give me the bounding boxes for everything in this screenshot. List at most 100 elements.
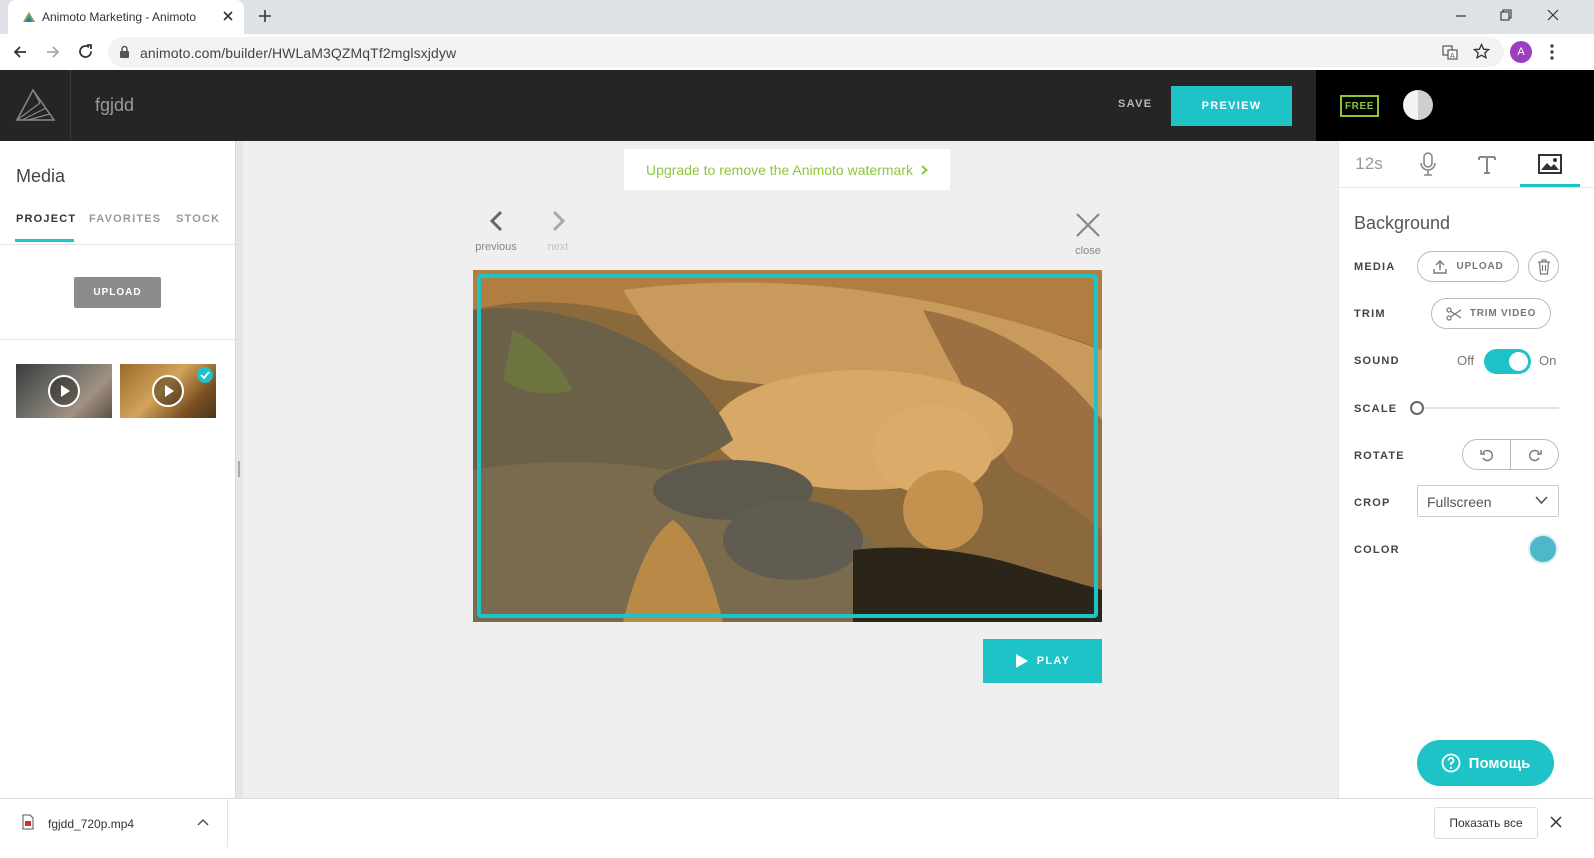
- back-arrow-icon[interactable]: [12, 44, 28, 60]
- scale-slider-handle[interactable]: [1410, 401, 1424, 415]
- video-file-icon: [22, 814, 34, 830]
- close-icon: [1076, 213, 1100, 237]
- upload-icon: [1433, 259, 1448, 274]
- rotate-label: ROTATE: [1354, 450, 1405, 462]
- delete-media-button[interactable]: [1528, 251, 1559, 282]
- crop-label: CROP: [1354, 497, 1391, 509]
- properties-tabs: 12s: [1339, 141, 1594, 188]
- rotate-right-icon: [1528, 449, 1542, 461]
- panel-title: Media: [16, 166, 66, 186]
- close-button[interactable]: close: [1071, 213, 1105, 257]
- color-picker[interactable]: [1528, 534, 1558, 564]
- url-text[interactable]: animoto.com/builder/HWLaM3QZMqTf2mglsxjd…: [140, 45, 456, 61]
- restore-window-icon[interactable]: [1499, 8, 1513, 22]
- rotate-right-button[interactable]: [1511, 440, 1558, 469]
- previous-label: previous: [475, 241, 517, 253]
- lock-icon: [119, 45, 130, 58]
- omnibox[interactable]: animoto.com/builder/HWLaM3QZMqTf2mglsxjd…: [108, 37, 1504, 67]
- rotate-left-icon: [1479, 449, 1493, 461]
- browser-address-bar: animoto.com/builder/HWLaM3QZMqTf2mglsxjd…: [0, 34, 1594, 70]
- chevron-up-icon[interactable]: [197, 818, 209, 826]
- trim-video-label: TRIM VIDEO: [1469, 308, 1537, 319]
- help-button[interactable]: Помощь: [1417, 740, 1554, 786]
- upload-label: UPLOAD: [1456, 261, 1504, 272]
- trim-label: TRIM: [1354, 308, 1386, 320]
- app-header: fgjdd SAVE PREVIEW FREE: [0, 70, 1594, 141]
- profile-avatar[interactable]: A: [1510, 41, 1532, 63]
- tab-duration[interactable]: 12s: [1339, 141, 1399, 187]
- sound-toggle[interactable]: [1484, 349, 1531, 374]
- download-filename: fgjdd_720p.mp4: [48, 817, 135, 831]
- crop-value: Fullscreen: [1427, 494, 1492, 510]
- tab-background[interactable]: [1520, 141, 1580, 187]
- media-panel: Media PROJECT FAVORITES STOCK UPLOAD: [0, 141, 235, 798]
- play-icon: [152, 375, 184, 407]
- section-title: Background: [1354, 213, 1451, 233]
- close-downloads-icon[interactable]: [1550, 816, 1562, 828]
- microphone-icon: [1420, 152, 1436, 176]
- account-area: FREE: [1316, 70, 1594, 141]
- upgrade-text: Upgrade to remove the Animoto watermark: [646, 161, 913, 178]
- media-thumbnail-selected[interactable]: [120, 364, 216, 418]
- tab-title: Animoto Marketing - Animoto: [42, 10, 197, 24]
- close-window-icon[interactable]: [1546, 8, 1560, 22]
- upgrade-banner[interactable]: Upgrade to remove the Animoto watermark: [624, 149, 950, 190]
- plan-badge[interactable]: FREE: [1340, 95, 1379, 117]
- tab-voiceover[interactable]: [1398, 141, 1458, 187]
- svg-text:A: A: [1450, 52, 1455, 60]
- save-button[interactable]: SAVE: [1118, 98, 1152, 110]
- sound-label: SOUND: [1354, 355, 1400, 367]
- next-label: next: [547, 241, 569, 253]
- upload-media-button[interactable]: UPLOAD: [74, 277, 161, 308]
- editor-canvas: Upgrade to remove the Animoto watermark …: [243, 141, 1338, 798]
- tab-favorites[interactable]: FAVORITES: [89, 213, 161, 225]
- play-label: PLAY: [1036, 655, 1071, 667]
- question-icon: [1441, 753, 1461, 773]
- browser-menu-icon[interactable]: [1550, 44, 1554, 60]
- previous-button[interactable]: previous: [473, 209, 519, 253]
- download-item[interactable]: fgjdd_720p.mp4: [0, 799, 228, 847]
- close-label: close: [1075, 245, 1101, 257]
- chevron-right-icon: [921, 164, 928, 175]
- sound-on-label: On: [1539, 353, 1557, 368]
- panel-resize-handle[interactable]: [235, 141, 243, 798]
- new-tab-icon[interactable]: [258, 9, 272, 23]
- show-all-downloads-button[interactable]: Показать все: [1434, 807, 1538, 839]
- tab-stock[interactable]: STOCK: [176, 213, 220, 225]
- help-label: Помощь: [1468, 754, 1531, 772]
- image-icon: [1538, 154, 1562, 174]
- minimize-window-icon[interactable]: [1454, 9, 1468, 23]
- video-preview[interactable]: [473, 270, 1102, 622]
- trash-icon: [1537, 258, 1550, 275]
- tab-text[interactable]: [1457, 141, 1517, 187]
- play-icon: [1015, 654, 1028, 668]
- chevron-down-icon: [1535, 496, 1548, 505]
- sound-off-label: Off: [1457, 353, 1475, 368]
- upload-background-button[interactable]: UPLOAD: [1417, 251, 1519, 282]
- translate-icon[interactable]: A: [1442, 44, 1458, 60]
- forward-arrow-icon[interactable]: [45, 44, 61, 60]
- close-tab-icon[interactable]: [222, 10, 234, 22]
- scissors-icon: [1446, 306, 1462, 321]
- toggle-knob: [1509, 352, 1528, 371]
- next-button[interactable]: next: [543, 209, 573, 253]
- trim-video-button[interactable]: TRIM VIDEO: [1431, 298, 1551, 329]
- crop-select[interactable]: Fullscreen: [1417, 485, 1559, 517]
- media-label: MEDIA: [1354, 261, 1396, 273]
- checkmark-icon: [197, 367, 213, 383]
- project-name[interactable]: fgjdd: [95, 95, 134, 116]
- animoto-logo[interactable]: [0, 70, 71, 141]
- tab-project[interactable]: PROJECT: [16, 213, 76, 225]
- animoto-favicon-icon: [22, 10, 36, 24]
- bookmark-star-icon[interactable]: [1473, 43, 1490, 60]
- scale-label: SCALE: [1354, 403, 1398, 415]
- browser-tab[interactable]: Animoto Marketing - Animoto: [8, 0, 244, 34]
- media-thumbnail[interactable]: [16, 364, 112, 418]
- user-avatar[interactable]: [1403, 90, 1433, 120]
- divider: [0, 339, 235, 340]
- reload-icon[interactable]: [77, 43, 94, 60]
- rotate-left-button[interactable]: [1463, 440, 1511, 469]
- preview-button[interactable]: PREVIEW: [1171, 86, 1292, 126]
- play-button[interactable]: PLAY: [983, 639, 1102, 683]
- scale-slider-track[interactable]: [1417, 407, 1559, 409]
